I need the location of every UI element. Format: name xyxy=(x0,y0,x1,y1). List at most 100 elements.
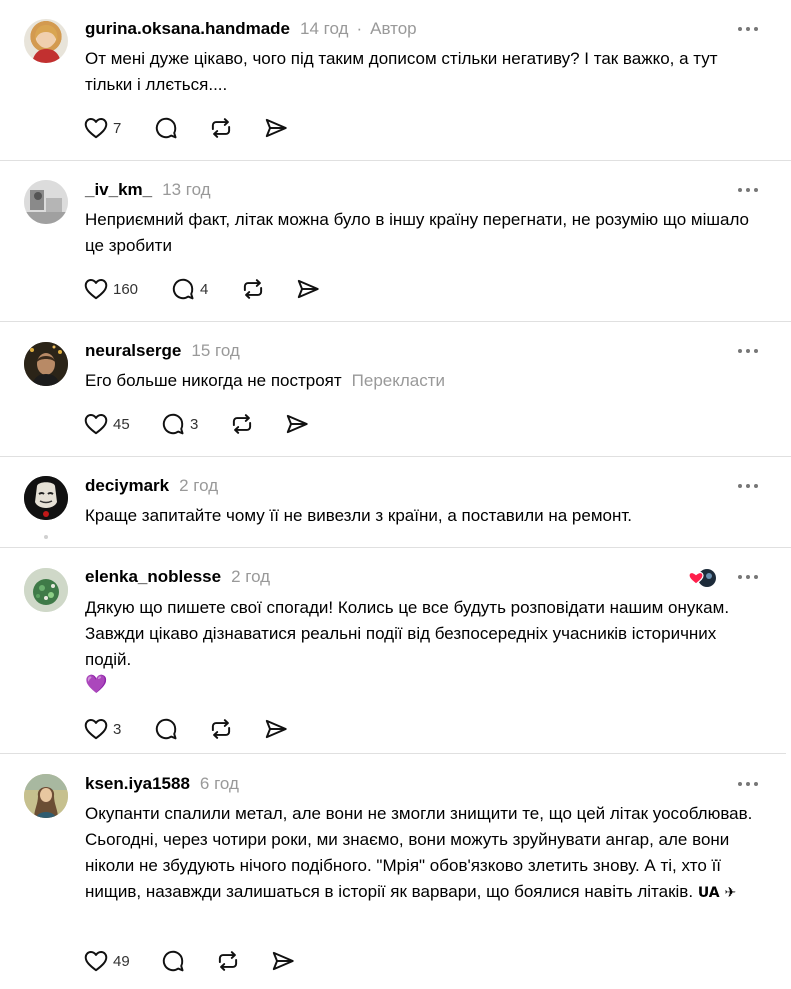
action-bar: 49 xyxy=(80,944,300,978)
reply-count: 4 xyxy=(200,280,209,298)
more-options-icon[interactable] xyxy=(737,24,761,34)
reply-count: 3 xyxy=(190,415,199,433)
share-button[interactable] xyxy=(284,407,310,441)
comment-icon xyxy=(160,411,186,437)
comment-header: neuralserge 15 год xyxy=(85,340,240,362)
avatar-image xyxy=(32,25,61,63)
username[interactable]: ksen.iya1588 xyxy=(85,774,190,794)
more-options-icon[interactable] xyxy=(737,185,761,195)
comment-icon xyxy=(160,948,186,974)
avatar[interactable] xyxy=(24,568,68,612)
action-bar: 45 3 xyxy=(80,407,340,441)
ua-flag-airplane-emoji: UA ✈ xyxy=(697,885,737,901)
comment-item: _iv_km_ 13 год Неприємний факт, літак мо… xyxy=(0,161,791,321)
repost-button[interactable] xyxy=(215,944,241,978)
like-count: 7 xyxy=(113,119,122,137)
send-icon xyxy=(270,948,296,974)
comment-text: Неприємний факт, літак можна було в іншу… xyxy=(85,210,750,255)
timestamp[interactable]: 2 год xyxy=(179,476,218,496)
avatar-image xyxy=(24,476,68,520)
username[interactable]: deciymark xyxy=(85,476,169,496)
avatar[interactable] xyxy=(24,476,68,520)
reply-button[interactable] xyxy=(160,944,186,978)
comment-item: ksen.iya1588 6 год Окупанти спалили мета… xyxy=(0,754,791,989)
like-button[interactable]: 3 xyxy=(83,712,121,746)
comment-header: elenka_noblesse 2 год xyxy=(85,566,270,588)
liked-by-author-indicator[interactable] xyxy=(688,568,718,588)
repost-button[interactable] xyxy=(208,712,234,746)
avatar[interactable] xyxy=(24,342,68,386)
timestamp[interactable]: 2 год xyxy=(231,567,270,587)
repost-button[interactable] xyxy=(229,407,255,441)
username[interactable]: neuralserge xyxy=(85,341,181,361)
comment-item: deciymark 2 год Краще запитайте чому її … xyxy=(0,457,791,547)
like-button[interactable]: 7 xyxy=(83,111,121,145)
comment-header: _iv_km_ 13 год xyxy=(85,179,211,201)
share-button[interactable] xyxy=(263,111,289,145)
like-count: 45 xyxy=(113,415,130,433)
send-icon xyxy=(295,276,321,302)
avatar-image xyxy=(24,342,68,386)
like-button[interactable]: 160 xyxy=(83,272,138,306)
comment-item: gurina.oksana.handmade 14 год · Автор От… xyxy=(0,0,791,160)
send-icon xyxy=(284,411,310,437)
timestamp[interactable]: 6 год xyxy=(200,774,239,794)
repost-button[interactable] xyxy=(240,272,266,306)
avatar-image xyxy=(24,568,68,612)
share-button[interactable] xyxy=(270,944,296,978)
like-count: 3 xyxy=(113,720,122,738)
username[interactable]: gurina.oksana.handmade xyxy=(85,19,290,39)
comment-text-content: Его больше никогда не построят xyxy=(85,371,342,390)
like-button[interactable]: 49 xyxy=(83,944,130,978)
comment-header: gurina.oksana.handmade 14 год · Автор xyxy=(85,18,417,40)
send-icon xyxy=(263,115,289,141)
comment-icon xyxy=(153,115,179,141)
avatar-image xyxy=(24,774,68,818)
thread-line-dot xyxy=(44,535,48,539)
more-options-icon[interactable] xyxy=(737,779,761,789)
translate-link[interactable]: Перекласти xyxy=(352,371,445,390)
reply-button[interactable] xyxy=(153,111,179,145)
comment-text-content: Окупанти спалили метал, але вони не змог… xyxy=(85,804,753,901)
avatar-heart-icon xyxy=(688,569,716,587)
comment-header: deciymark 2 год xyxy=(85,475,218,497)
action-bar: 3 xyxy=(80,712,300,746)
share-button[interactable] xyxy=(263,712,289,746)
like-button[interactable]: 45 xyxy=(83,407,130,441)
more-options-icon[interactable] xyxy=(737,346,761,356)
author-badge: Автор xyxy=(370,19,417,38)
heart-icon xyxy=(83,948,109,974)
reply-button[interactable]: 3 xyxy=(160,407,198,441)
separator: · xyxy=(356,19,363,38)
comment-text: Краще запитайте чому її не вивезли з кра… xyxy=(85,506,632,525)
comment-text: Дякую що пишете свої спогади! Колись це … xyxy=(85,598,730,669)
more-options-icon[interactable] xyxy=(737,481,761,491)
username[interactable]: _iv_km_ xyxy=(85,180,152,200)
timestamp[interactable]: 14 год xyxy=(300,19,348,39)
comment-text: Его больше никогда не построят Перекласти xyxy=(85,368,765,394)
heart-icon xyxy=(83,411,109,437)
comment-text: Окупанти спалили метал, але вони не змог… xyxy=(85,801,760,906)
avatar[interactable] xyxy=(24,180,68,224)
reply-button[interactable] xyxy=(153,712,179,746)
more-options-icon[interactable] xyxy=(737,572,761,582)
comment-icon xyxy=(153,716,179,742)
comment-text: От мені дуже цікаво, чого під таким допи… xyxy=(85,49,718,94)
avatar-image xyxy=(24,180,68,224)
heart-icon xyxy=(83,276,109,302)
repost-icon xyxy=(208,716,234,742)
comment-item: elenka_noblesse 2 год Дякую що пишете св… xyxy=(0,548,791,753)
action-bar: 160 4 xyxy=(80,272,340,306)
timestamp[interactable]: 13 год xyxy=(162,180,210,200)
share-button[interactable] xyxy=(295,272,321,306)
reply-button[interactable]: 4 xyxy=(170,272,208,306)
comment-item: neuralserge 15 год Его больше никогда не… xyxy=(0,322,791,456)
heart-icon xyxy=(83,115,109,141)
repost-icon xyxy=(215,948,241,974)
like-count: 49 xyxy=(113,952,130,970)
avatar[interactable] xyxy=(24,19,68,63)
timestamp[interactable]: 15 год xyxy=(191,341,239,361)
repost-button[interactable] xyxy=(208,111,234,145)
avatar[interactable] xyxy=(24,774,68,818)
username[interactable]: elenka_noblesse xyxy=(85,567,221,587)
